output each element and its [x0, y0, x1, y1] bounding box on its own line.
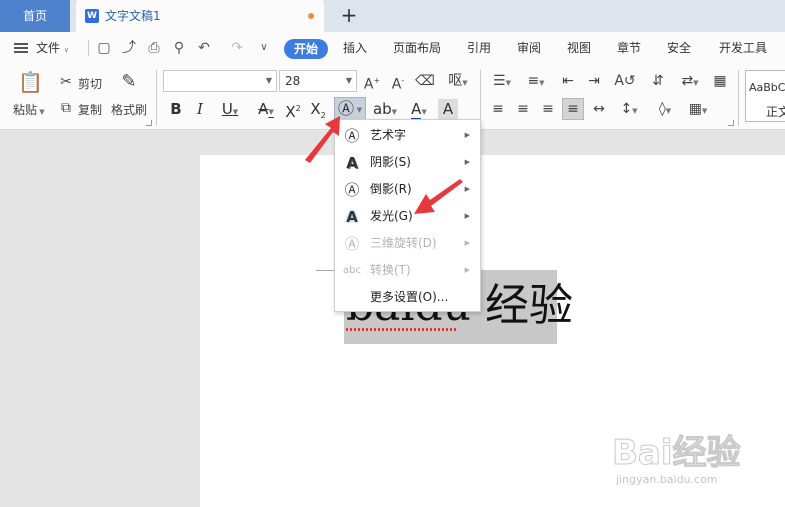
menu-item-more-settings[interactable]: 更多设置(O)...: [335, 284, 480, 311]
submenu-arrow-icon: ▶: [464, 239, 470, 247]
tab-page-layout[interactable]: 页面布局: [393, 39, 441, 57]
justify-align-icon[interactable]: ≡: [562, 98, 584, 120]
export-icon[interactable]: ⤴: [121, 40, 137, 56]
transform-abc-icon: abc: [343, 265, 361, 276]
reflection-icon: Ⓐ: [344, 181, 360, 199]
sort-icon[interactable]: ⇵: [648, 71, 668, 91]
font-name-input[interactable]: ▼: [163, 70, 277, 92]
grow-font-icon[interactable]: A+: [362, 71, 382, 93]
submenu-arrow-icon: ▶: [464, 131, 470, 139]
menu-bar: 文件 ∨ ▢ ⤴ ⎙ ⚲ ↶ ↷ ∨ 开始 插入 页面布局 引用 审阅 视图 章…: [0, 32, 785, 64]
shrink-font-icon[interactable]: A-: [388, 71, 408, 93]
table-grid-icon[interactable]: ▦: [710, 71, 730, 91]
phonetic-guide-icon[interactable]: 呕▼: [444, 71, 472, 91]
save-icon[interactable]: ▢: [96, 40, 112, 56]
menu-item-label: 倒影(R): [370, 182, 412, 196]
undo-icon[interactable]: ↶: [196, 40, 212, 56]
format-painter-button[interactable]: 格式刷: [111, 101, 147, 118]
decrease-indent-icon[interactable]: ⇤: [558, 71, 578, 91]
glow-icon: A: [346, 208, 358, 226]
divider: [156, 70, 157, 126]
paste-clipboard-icon[interactable]: 📋: [18, 72, 43, 96]
tab-bar: 首页 W 文字文稿1 +: [0, 0, 785, 32]
character-shading-icon[interactable]: A: [438, 99, 458, 119]
align-right-icon[interactable]: ≡: [538, 99, 558, 119]
tab-security[interactable]: 安全: [667, 39, 691, 57]
scissors-icon[interactable]: ✂: [56, 72, 76, 92]
clipboard-group-launcher-icon[interactable]: [146, 120, 152, 126]
baidu-watermark-logo: Bai经验 jingyan.baidu.com: [612, 425, 782, 495]
file-menu[interactable]: 文件 ∨: [36, 39, 69, 57]
tab-view[interactable]: 视图: [567, 39, 591, 57]
font-color-button[interactable]: A▼: [405, 99, 433, 121]
highlight-color-icon[interactable]: ab▼: [371, 99, 399, 119]
tab-home[interactable]: 首页: [0, 0, 70, 32]
menu-item-3d-rotation: Ⓐ 三维旋转(D) ▶: [335, 230, 480, 257]
align-center-icon[interactable]: ≡: [513, 99, 533, 119]
line-spacing-icon[interactable]: ↕▼: [615, 99, 643, 119]
borders-icon[interactable]: ▦▼: [684, 99, 712, 119]
show-marks-icon[interactable]: ⇄▼: [676, 71, 704, 91]
bold-button[interactable]: B: [166, 99, 186, 119]
tab-review[interactable]: 审阅: [517, 39, 541, 57]
divider: [88, 40, 89, 56]
document-tab-title: 文字文稿1: [105, 9, 161, 23]
print-icon[interactable]: ⎙: [146, 40, 162, 56]
tab-references[interactable]: 引用: [467, 39, 491, 57]
watermark-brand: Bai经验: [612, 433, 742, 474]
menu-item-label: 三维旋转(D): [370, 236, 437, 250]
menu-item-word-art[interactable]: Ⓐ 艺术字 ▶: [335, 122, 480, 149]
redo-icon[interactable]: ↷: [229, 40, 245, 56]
word-doc-icon: W: [85, 9, 99, 23]
menu-item-transform: abc 转换(T) ▶: [335, 257, 480, 284]
customize-chevron-down-icon[interactable]: ∨: [256, 40, 272, 56]
new-tab-plus-icon[interactable]: +: [338, 4, 360, 28]
hamburger-menu-icon[interactable]: [14, 43, 28, 53]
menu-item-label: 阴影(S): [370, 155, 411, 169]
copy-icon[interactable]: ⧉: [56, 98, 76, 118]
submenu-arrow-icon: ▶: [464, 158, 470, 166]
bullet-list-icon[interactable]: ☰▼: [488, 71, 516, 91]
cut-button[interactable]: 剪切: [78, 75, 102, 92]
font-size-input[interactable]: 28 ▼: [279, 70, 357, 92]
menu-item-label: 更多设置(O)...: [370, 290, 449, 304]
paragraph-shading-icon[interactable]: ◊▼: [651, 99, 679, 119]
italic-button[interactable]: I: [190, 99, 210, 119]
divider: [738, 70, 739, 126]
strikethrough-button[interactable]: A▼: [252, 99, 280, 119]
tab-document[interactable]: W 文字文稿1: [76, 0, 324, 32]
menu-item-label: 艺术字: [370, 128, 407, 142]
menu-item-label: 转换(T): [370, 263, 411, 277]
spellcheck-underline: [346, 328, 458, 331]
increase-indent-icon[interactable]: ⇥: [584, 71, 604, 91]
menu-item-label: 发光(G): [370, 209, 413, 223]
annotation-arrow-to-effect-button: [305, 116, 340, 163]
align-left-icon[interactable]: ≡: [488, 99, 508, 119]
paste-button[interactable]: 粘贴 ▼: [13, 101, 45, 118]
format-painter-brush-icon[interactable]: ✎: [118, 72, 140, 96]
annotation-arrow-to-glow: [414, 179, 463, 214]
style-normal[interactable]: AaBbC 正文: [745, 70, 785, 122]
print-preview-icon[interactable]: ⚲: [171, 40, 187, 56]
watermark-url: jingyan.baidu.com: [616, 473, 718, 486]
text-direction-icon[interactable]: A↺: [611, 71, 639, 91]
style-preview-text: AaBbC: [749, 81, 785, 94]
tab-section[interactable]: 章节: [617, 39, 641, 57]
divider: [480, 70, 481, 126]
numbered-list-icon[interactable]: ≡▼: [522, 71, 550, 91]
copy-button[interactable]: 复制: [78, 101, 102, 118]
tab-developer[interactable]: 开发工具: [719, 39, 767, 57]
clear-format-eraser-icon[interactable]: ⌫: [415, 71, 435, 91]
underline-button[interactable]: U▼: [216, 99, 244, 119]
unsaved-dot-icon: [308, 13, 314, 19]
3d-rotation-icon: Ⓐ: [344, 235, 360, 253]
menu-item-shadow[interactable]: A 阴影(S) ▶: [335, 149, 480, 176]
style-name-label: 正文: [766, 105, 785, 119]
distributed-align-icon[interactable]: ↔: [589, 99, 609, 119]
paragraph-group-launcher-icon[interactable]: [728, 120, 734, 126]
submenu-arrow-icon: ▶: [464, 266, 470, 274]
tab-start[interactable]: 开始: [284, 39, 328, 59]
tab-insert[interactable]: 插入: [343, 39, 367, 57]
